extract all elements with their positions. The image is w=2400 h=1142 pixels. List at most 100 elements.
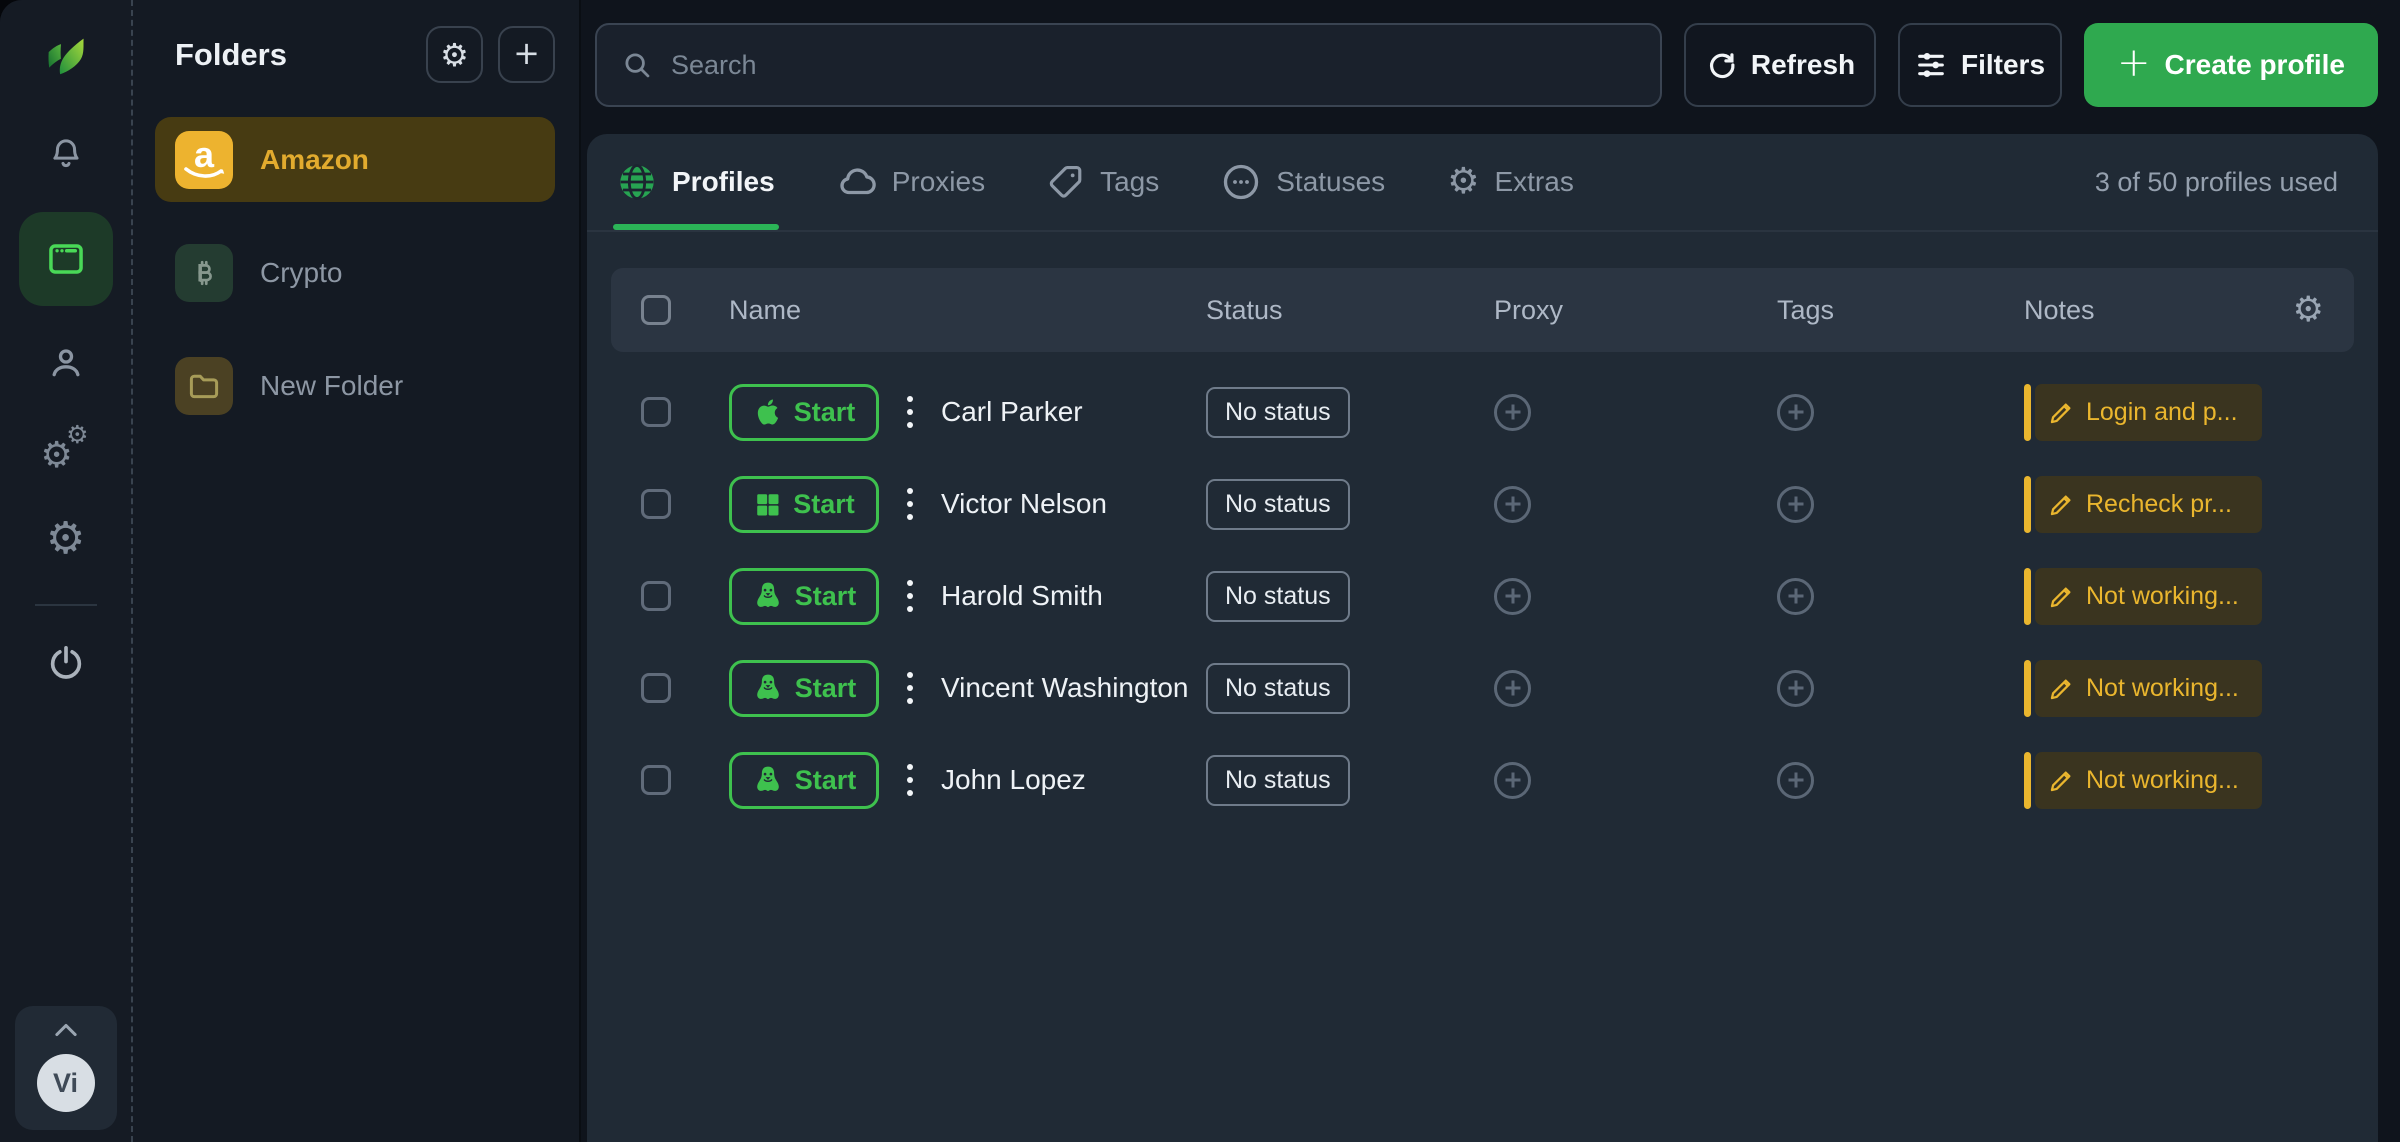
note-badge[interactable]: Not working...	[2024, 660, 2262, 717]
start-profile-button[interactable]: Start	[729, 660, 879, 717]
add-proxy-icon[interactable]	[1494, 394, 1531, 431]
add-proxy-icon[interactable]	[1494, 486, 1531, 523]
start-label: Start	[793, 489, 855, 520]
tab-profiles[interactable]: Profiles	[617, 134, 775, 230]
search-input[interactable]	[669, 49, 1636, 82]
table-header: Name Status Proxy Tags Notes ⚙	[611, 268, 2354, 352]
status-badge[interactable]: No status	[1206, 479, 1350, 530]
tab-statuses[interactable]: Statuses	[1221, 134, 1385, 230]
cloud-icon	[837, 162, 877, 202]
table-rows: Start Carl Parker No status Login and p.…	[587, 366, 2378, 826]
folder-item-crypto[interactable]: Crypto	[155, 230, 555, 315]
note-text: Not working...	[2086, 766, 2239, 795]
status-badge[interactable]: No status	[1206, 387, 1350, 438]
gear-icon: ⚙	[1447, 164, 1479, 200]
create-profile-button[interactable]: + Create profile	[2084, 23, 2378, 107]
note-badge[interactable]: Not working...	[2024, 568, 2262, 625]
row-menu-kebab-icon[interactable]	[903, 484, 917, 524]
settings-gear-icon: ⚙	[46, 517, 85, 561]
folders-title: Folders	[175, 37, 411, 73]
status-badge[interactable]: No status	[1206, 663, 1350, 714]
row-menu-kebab-icon[interactable]	[903, 668, 917, 708]
tab-label: Extras	[1494, 166, 1573, 198]
note-text: Recheck pr...	[2086, 490, 2232, 519]
app-logo-icon	[40, 24, 92, 78]
profile-name: Carl Parker	[941, 396, 1083, 428]
add-proxy-icon[interactable]	[1494, 670, 1531, 707]
folders-settings-button[interactable]: ⚙	[426, 26, 483, 83]
automation-gears-icon: ⚙⚙	[35, 420, 97, 482]
start-label: Start	[795, 673, 857, 704]
folder-icon	[186, 368, 222, 404]
status-badge[interactable]: No status	[1206, 755, 1350, 806]
start-profile-button[interactable]: Start	[729, 568, 879, 625]
rail-divider	[35, 604, 97, 606]
refresh-label: Refresh	[1751, 49, 1855, 81]
add-proxy-icon[interactable]	[1494, 762, 1531, 799]
topbar: Refresh Filters + Create profile	[595, 23, 2378, 107]
notifications-button[interactable]	[35, 124, 97, 186]
amazon-smile-icon	[182, 166, 226, 182]
profile-name: John Lopez	[941, 764, 1086, 796]
add-tag-icon[interactable]	[1777, 762, 1814, 799]
add-tag-icon[interactable]	[1777, 394, 1814, 431]
filters-button[interactable]: Filters	[1898, 23, 2062, 107]
search-box[interactable]	[595, 23, 1662, 107]
row-checkbox[interactable]	[641, 581, 671, 611]
row-checkbox[interactable]	[641, 765, 671, 795]
table-settings-gear-icon[interactable]: ⚙	[2293, 293, 2324, 328]
tab-extras[interactable]: ⚙ Extras	[1447, 134, 1574, 230]
tab-tags[interactable]: Tags	[1047, 134, 1159, 230]
start-label: Start	[794, 397, 856, 428]
start-profile-button[interactable]: Start	[729, 384, 879, 441]
status-badge[interactable]: No status	[1206, 571, 1350, 622]
automation-nav-button[interactable]: ⚙⚙	[35, 420, 97, 482]
row-checkbox[interactable]	[641, 397, 671, 427]
avatar[interactable]: Vi	[37, 1054, 95, 1112]
browser-window-icon	[45, 238, 87, 280]
folder-item-amazon[interactable]: a Amazon	[155, 117, 555, 202]
table-row: Start Vincent Washington No status Not w…	[611, 642, 2354, 734]
column-proxy: Proxy	[1494, 295, 1777, 326]
note-badge[interactable]: Not working...	[2024, 752, 2262, 809]
globe-icon	[617, 162, 657, 202]
status-circle-icon	[1221, 162, 1261, 202]
settings-nav-button[interactable]: ⚙	[35, 508, 97, 570]
add-folder-button[interactable]: +	[498, 26, 555, 83]
note-badge[interactable]: Recheck pr...	[2024, 476, 2262, 533]
profiles-nav-button[interactable]	[19, 212, 113, 306]
start-profile-button[interactable]: Start	[729, 476, 879, 533]
add-tag-icon[interactable]	[1777, 578, 1814, 615]
main-area: Refresh Filters + Create profile Profile…	[581, 0, 2400, 1142]
tab-proxies[interactable]: Proxies	[837, 134, 985, 230]
account-widget[interactable]: Vi	[15, 1006, 117, 1130]
pencil-icon	[2048, 583, 2075, 610]
tab-label: Profiles	[672, 166, 775, 198]
row-checkbox[interactable]	[641, 673, 671, 703]
table-row: Start Carl Parker No status Login and p.…	[611, 366, 2354, 458]
profile-name: Victor Nelson	[941, 488, 1107, 520]
accounts-nav-button[interactable]	[35, 332, 97, 394]
select-all-checkbox[interactable]	[641, 295, 671, 325]
row-menu-kebab-icon[interactable]	[903, 760, 917, 800]
create-profile-label: Create profile	[2165, 49, 2346, 81]
linux-icon	[752, 672, 784, 704]
start-profile-button[interactable]: Start	[729, 752, 879, 809]
power-button[interactable]	[35, 632, 97, 694]
add-proxy-icon[interactable]	[1494, 578, 1531, 615]
row-checkbox[interactable]	[641, 489, 671, 519]
bitcoin-icon	[187, 256, 221, 290]
linux-icon	[752, 764, 784, 796]
row-menu-kebab-icon[interactable]	[903, 576, 917, 616]
note-badge[interactable]: Login and p...	[2024, 384, 2262, 441]
column-notes: Notes	[2024, 295, 2276, 326]
tab-label: Proxies	[892, 166, 985, 198]
add-tag-icon[interactable]	[1777, 486, 1814, 523]
person-icon	[46, 343, 86, 383]
add-tag-icon[interactable]	[1777, 670, 1814, 707]
row-menu-kebab-icon[interactable]	[903, 392, 917, 432]
folders-header: Folders ⚙ +	[155, 26, 555, 83]
refresh-button[interactable]: Refresh	[1684, 23, 1876, 107]
search-icon	[621, 49, 653, 81]
folder-item-new-folder[interactable]: New Folder	[155, 343, 555, 428]
